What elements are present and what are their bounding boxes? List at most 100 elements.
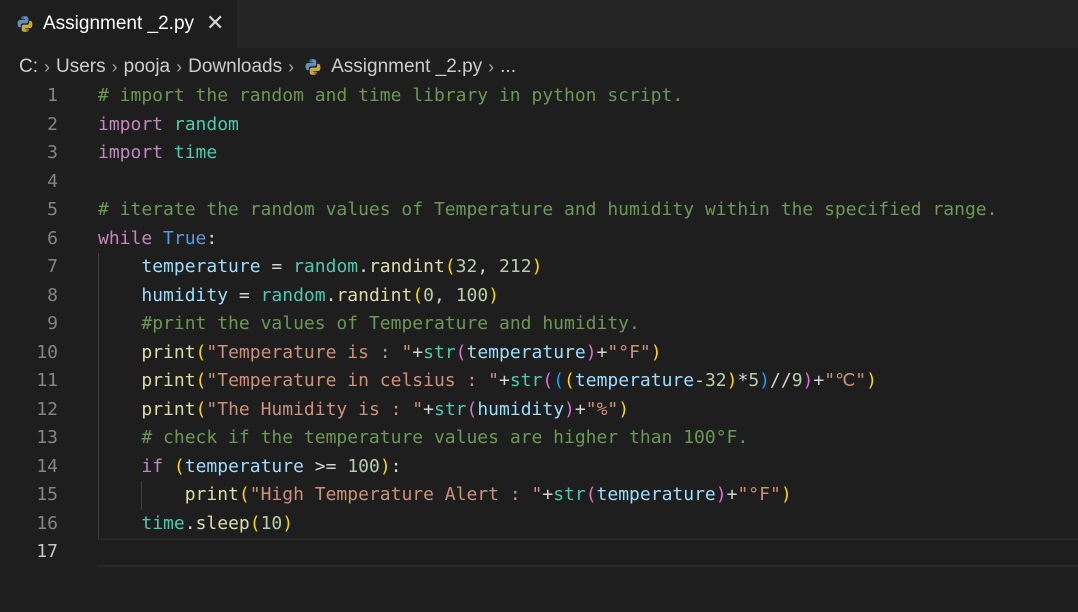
code-token: # check if the temperature values are hi… <box>141 427 749 448</box>
code-line[interactable]: 6 while True: <box>0 225 1078 254</box>
code-token: # iterate the random values of Temperatu… <box>98 199 998 220</box>
code-token: 10 <box>260 512 283 534</box>
code-token: print <box>141 341 196 363</box>
code-text: # import the random and time library in … <box>98 82 683 111</box>
code-token: time <box>173 142 218 163</box>
code-line[interactable]: 11 print("Temperature in celsius : "+str… <box>0 367 1078 396</box>
code-line[interactable]: 12 print("The Humidity is : "+str(humidi… <box>0 396 1078 425</box>
code-token: ) <box>780 484 792 505</box>
code-token: + <box>574 398 586 420</box>
code-token: #print the values of Temperature and hum… <box>141 313 640 334</box>
code-token: print <box>184 484 239 505</box>
code-token: ( <box>553 370 565 391</box>
code-line[interactable]: 14 if (temperature >= 100): <box>0 453 1078 482</box>
code-line[interactable]: 9 #print the values of Temperature and h… <box>0 310 1078 339</box>
code-line[interactable]: 16 time.sleep(10) <box>0 510 1078 539</box>
close-icon[interactable]: ✕ <box>206 13 224 35</box>
code-line[interactable]: 1 # import the random and time library in… <box>0 82 1078 111</box>
code-line[interactable]: 13 # check if the temperature values are… <box>0 424 1078 453</box>
code-token: + <box>412 341 424 363</box>
code-token: 212 <box>499 256 532 277</box>
chevron-right-icon: › <box>111 56 118 77</box>
code-line[interactable]: 8 humidity = random.randint(0, 100) <box>0 282 1078 311</box>
code-text: # iterate the random values of Temperatu… <box>98 196 997 225</box>
code-line[interactable]: 10 print("Temperature is : "+str(tempera… <box>0 339 1078 368</box>
code-line[interactable]: 17 <box>0 538 1078 567</box>
line-number: 10 <box>36 341 58 363</box>
code-token: ) <box>726 370 738 391</box>
code-line[interactable]: 15 print("High Temperature Alert : "+str… <box>0 481 1078 510</box>
indent-guide <box>98 253 99 538</box>
code-token: "℃" <box>824 370 867 391</box>
code-token: "°F" <box>607 341 651 363</box>
code-token: str <box>433 398 467 420</box>
code-token: = <box>228 284 261 306</box>
code-text: print("High Temperature Alert : "+str(te… <box>98 481 792 510</box>
python-icon <box>305 59 321 75</box>
line-number: 1 <box>47 85 58 106</box>
editor-tab[interactable]: Assignment _2.py ✕ <box>0 0 237 48</box>
code-token: 100 <box>455 284 489 306</box>
code-token: // <box>770 370 792 391</box>
code-token: ( <box>249 512 261 534</box>
code-token: . <box>325 284 337 306</box>
code-text: if (temperature >= 100): <box>98 453 401 482</box>
line-number: 5 <box>47 199 58 220</box>
breadcrumb-item-pooja[interactable]: pooja <box>124 56 171 78</box>
code-token: ) <box>379 455 391 477</box>
code-text: # check if the temperature values are hi… <box>98 424 748 453</box>
code-token: . <box>358 256 369 277</box>
code-token: ( <box>412 284 424 306</box>
code-token: * <box>737 370 749 391</box>
code-text: import time <box>98 139 217 168</box>
code-token: "The Humidity is : " <box>206 398 424 420</box>
code-token: ) <box>759 370 771 391</box>
code-text: print("Temperature in celsius : "+str(((… <box>98 367 877 396</box>
chevron-right-icon: › <box>44 56 50 77</box>
code-token: str <box>509 370 543 391</box>
code-token: 5 <box>748 370 760 391</box>
indent-guide <box>141 481 143 510</box>
breadcrumb-item-symbols[interactable]: ... <box>500 56 516 78</box>
code-token: print <box>141 370 196 391</box>
line-number: 14 <box>36 455 58 477</box>
code-line[interactable]: 5 # iterate the random values of Temperat… <box>0 196 1078 225</box>
code-token: ) <box>282 512 294 534</box>
breadcrumb-item-downloads[interactable]: Downloads <box>188 56 282 78</box>
line-number: 8 <box>47 284 58 306</box>
breadcrumb-item-users[interactable]: Users <box>56 56 106 78</box>
code-token: + <box>423 398 434 420</box>
line-number: 13 <box>36 427 58 448</box>
code-token: + <box>542 484 554 505</box>
current-line-highlight <box>98 538 1078 567</box>
code-line[interactable]: 3 import time <box>0 139 1078 168</box>
code-token: ( <box>238 484 250 505</box>
line-number: 9 <box>47 313 58 334</box>
code-editor[interactable]: 1 # import the random and time library in… <box>0 82 1078 612</box>
code-line[interactable]: 2 import random <box>0 111 1078 140</box>
code-token: "°F" <box>737 484 781 505</box>
line-number: 11 <box>36 370 58 391</box>
code-text: import random <box>98 111 239 140</box>
code-line[interactable]: 7 temperature = random.randint(32, 212) <box>0 253 1078 282</box>
code-token: ( <box>585 484 597 505</box>
code-token: ) <box>715 484 727 505</box>
code-token: ( <box>444 256 456 277</box>
code-line[interactable]: 4 <box>0 168 1078 197</box>
code-token: temperature <box>184 455 304 477</box>
code-token: ) <box>802 370 814 391</box>
breadcrumb-item-file[interactable]: Assignment _2.py <box>331 56 482 78</box>
chevron-right-icon: › <box>176 56 183 77</box>
code-text: print("The Humidity is : "+str(humidity)… <box>98 396 629 425</box>
python-icon <box>17 16 33 32</box>
breadcrumb-item-drive[interactable]: C: <box>19 56 38 78</box>
code-token: temperature <box>574 370 695 391</box>
code-token: ) <box>650 341 662 363</box>
code-token: str <box>423 341 456 363</box>
code-token: "Temperature in celsius : " <box>206 370 499 391</box>
